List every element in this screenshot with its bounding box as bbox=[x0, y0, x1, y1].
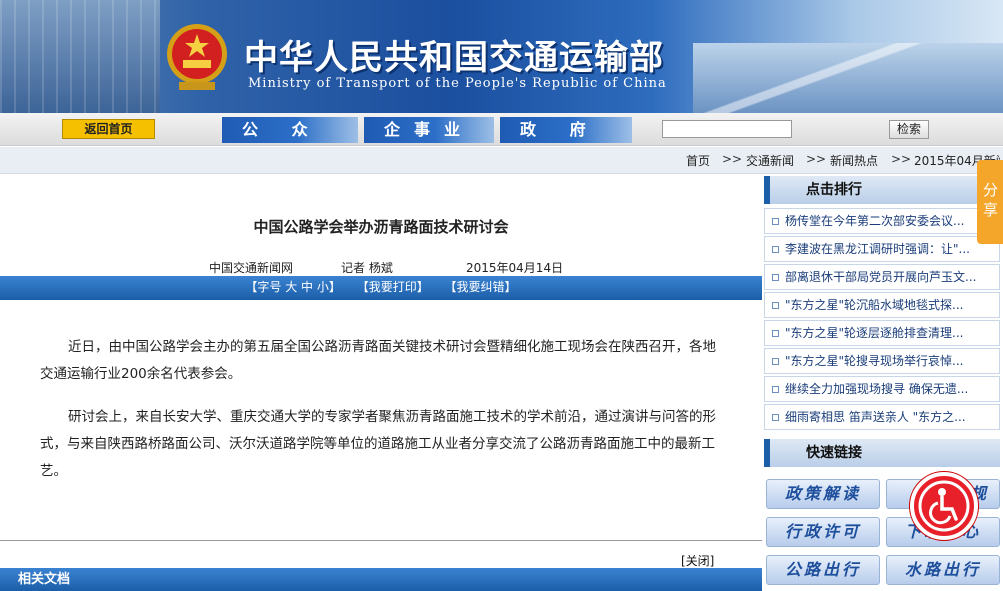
rank-item[interactable]: "东方之星"轮逐层逐舱排查清理... bbox=[764, 320, 1000, 346]
accessibility-button[interactable] bbox=[910, 472, 978, 540]
main-nav: 返回首页 公 众 企事业 政 府 bbox=[0, 113, 1003, 146]
rank-item[interactable]: 部离退休干部局党员开展向芦玉文... bbox=[764, 264, 1000, 290]
breadcrumb: 首页 >> 交通新闻 >> 新闻热点 >> 2015年04月新闻 bbox=[0, 147, 1003, 174]
article-source: 中国交通新闻网 bbox=[209, 261, 294, 275]
close-link[interactable]: [关闭] bbox=[681, 552, 714, 569]
site-title-en: Ministry of Transport of the People's Re… bbox=[248, 76, 667, 91]
site-title-cn: 中华人民共和国交通运输部 bbox=[244, 38, 664, 78]
tab-enterprise[interactable]: 企事业 bbox=[364, 117, 494, 143]
breadcrumb-hot[interactable]: 新闻热点 bbox=[830, 152, 878, 169]
quick-link-license[interactable]: 行政许可 bbox=[766, 517, 880, 547]
article-title: 中国公路学会举办沥青路面技术研讨会 bbox=[253, 218, 509, 236]
quick-link-waterway[interactable]: 水路出行 bbox=[886, 555, 1000, 585]
home-button[interactable]: 返回首页 bbox=[62, 119, 155, 139]
rank-item[interactable]: 李建波在黑龙江调研时强调：让"... bbox=[764, 236, 1000, 262]
breadcrumb-separator: >> bbox=[722, 152, 743, 166]
rank-item[interactable]: 杨传堂在今年第二次部安委会议... bbox=[764, 208, 1000, 234]
search-button[interactable]: 检索 bbox=[889, 120, 929, 139]
tab-public[interactable]: 公 众 bbox=[222, 117, 358, 143]
breadcrumb-separator: >> bbox=[891, 152, 912, 166]
header-banner: 中华人民共和国交通运输部 Ministry of Transport of th… bbox=[0, 0, 1003, 113]
article-author: 记者 杨斌 bbox=[341, 261, 393, 275]
rank-item[interactable]: 继续全力加强现场搜寻 确保无遗... bbox=[764, 376, 1000, 402]
rank-header: 点击排行 bbox=[764, 176, 1000, 204]
banner-port-image bbox=[0, 0, 160, 113]
article-date: 2015年04月14日 bbox=[466, 261, 564, 275]
rank-item[interactable]: 细雨寄相思 笛声送亲人 "东方之... bbox=[764, 404, 1000, 430]
article-paragraph: 近日，由中国公路学会主办的第五届全国公路沥青路面关键技术研讨会暨精细化施工现场会… bbox=[40, 339, 716, 382]
article-toolbar: 【字号 大 中 小】 【我要打印】 【我要纠错】 bbox=[0, 276, 762, 300]
rank-item[interactable]: "东方之星"轮沉船水域地毯式探... bbox=[764, 292, 1000, 318]
print-link[interactable]: 【我要打印】 bbox=[357, 280, 429, 294]
related-docs-header: 相关文档 bbox=[0, 568, 762, 591]
share-label: 分享 bbox=[983, 181, 999, 219]
font-size-control[interactable]: 【字号 大 中 小】 bbox=[245, 280, 340, 294]
article-paragraph: 研讨会上，来自长安大学、重庆交通大学的专家学者聚焦沥青路面施工技术的学术前沿，通… bbox=[40, 409, 716, 479]
wheelchair-icon bbox=[918, 480, 970, 532]
quick-links-header: 快速链接 bbox=[764, 439, 1000, 467]
tab-government[interactable]: 政 府 bbox=[500, 117, 632, 143]
breadcrumb-news[interactable]: 交通新闻 bbox=[746, 152, 794, 169]
quick-link-highway[interactable]: 公路出行 bbox=[766, 555, 880, 585]
banner-road-image bbox=[693, 43, 1003, 113]
breadcrumb-home[interactable]: 首页 bbox=[686, 152, 710, 169]
search-input[interactable] bbox=[662, 120, 792, 138]
divider bbox=[0, 540, 762, 541]
share-button[interactable]: 分享 bbox=[977, 160, 1003, 244]
rank-item[interactable]: "东方之星"轮搜寻现场举行哀悼... bbox=[764, 348, 1000, 374]
quick-link-policy[interactable]: 政策解读 bbox=[766, 479, 880, 509]
national-emblem-icon bbox=[167, 24, 227, 90]
report-error-link[interactable]: 【我要纠错】 bbox=[445, 280, 517, 294]
breadcrumb-separator: >> bbox=[806, 152, 827, 166]
